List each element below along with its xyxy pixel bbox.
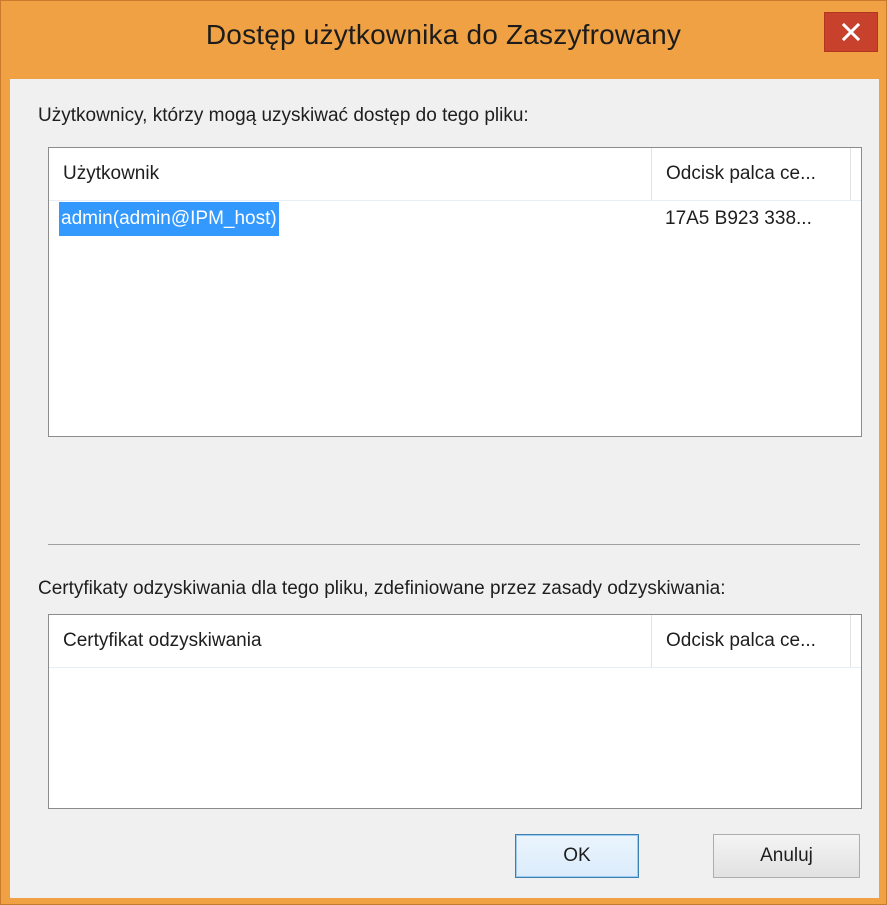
column-header-thumbprint[interactable]: Odcisk palca ce... [652, 615, 850, 667]
window-title: Dostęp użytkownika do Zaszyfrowany [205, 19, 682, 50]
recovery-list-label: Certyfikaty odzyskiwania dla tego pliku,… [38, 578, 726, 599]
column-header-recovery-certificate[interactable]: Certyfikat odzyskiwania [49, 615, 651, 667]
dialog-body: Użytkownicy, którzy mogą uzyskiwać dostę… [10, 79, 879, 898]
ok-button[interactable]: OK [515, 834, 639, 878]
dialog-window: Dostęp użytkownika do Zaszyfrowany Użytk… [0, 0, 887, 905]
users-list[interactable]: Użytkownik Odcisk palca ce... admin(admi… [48, 147, 862, 437]
close-button[interactable] [824, 12, 878, 52]
column-separator[interactable] [850, 615, 851, 667]
cancel-button[interactable]: Anuluj [713, 834, 860, 878]
user-cell[interactable]: admin(admin@IPM_host) [59, 202, 279, 236]
users-list-label: Użytkownicy, którzy mogą uzyskiwać dostę… [38, 105, 529, 126]
users-list-header: Użytkownik Odcisk palca ce... [49, 148, 861, 201]
column-header-user[interactable]: Użytkownik [49, 148, 651, 200]
column-header-thumbprint[interactable]: Odcisk palca ce... [652, 148, 850, 200]
title-bar[interactable]: Dostęp użytkownika do Zaszyfrowany [1, 1, 886, 79]
recovery-certificates-list[interactable]: Certyfikat odzyskiwania Odcisk palca ce.… [48, 614, 862, 809]
table-row[interactable]: admin(admin@IPM_host) 17A5 B923 338... [49, 202, 861, 238]
section-divider [48, 544, 860, 545]
recovery-list-header: Certyfikat odzyskiwania Odcisk palca ce.… [49, 615, 861, 668]
close-icon [842, 23, 860, 41]
thumbprint-cell[interactable]: 17A5 B923 338... [665, 202, 812, 236]
column-separator[interactable] [850, 148, 851, 200]
